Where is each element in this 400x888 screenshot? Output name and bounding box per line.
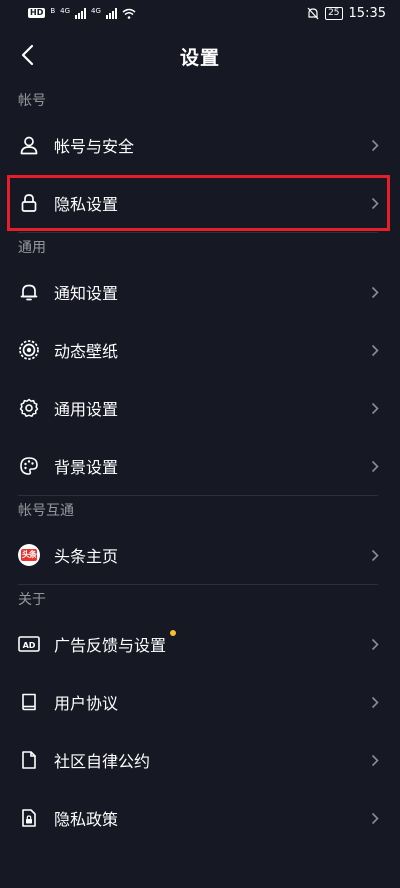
chevron-right-icon [370, 695, 380, 709]
row-label: 帐号与安全 [54, 137, 135, 156]
settings-row-toutiao-home[interactable]: 头条 头条主页 [0, 526, 400, 584]
chevron-right-icon [370, 285, 380, 299]
settings-screen: HD B 4G 4G 25 15:35 设置 帐号 帐号与安全 隐私设置 通用 … [0, 0, 400, 888]
row-label: 隐私政策 [54, 810, 119, 829]
row-label: 头条主页 [54, 547, 119, 566]
chevron-right-icon [370, 343, 380, 357]
lock-icon [18, 192, 40, 214]
signal-icon [75, 7, 87, 19]
row-label: 隐私设置 [54, 195, 119, 214]
settings-row-notifications[interactable]: 通知设置 [0, 263, 400, 321]
status-bar: HD B 4G 4G 25 15:35 [0, 0, 400, 26]
settings-row-general[interactable]: 通用设置 [0, 379, 400, 437]
chevron-right-icon [370, 548, 380, 562]
lock-document-icon [18, 807, 40, 829]
settings-row-privacy-policy[interactable]: 隐私政策 [0, 789, 400, 847]
hd-badge: HD [28, 8, 46, 18]
section-title-account: 帐号 [18, 93, 46, 109]
notification-dot [170, 630, 177, 636]
chevron-right-icon [370, 138, 380, 152]
row-label: 通知设置 [54, 284, 119, 303]
mute-bell-icon [307, 7, 319, 19]
row-label: 背景设置 [54, 458, 119, 477]
section-title-interop: 帐号互通 [18, 503, 74, 519]
chevron-right-icon [370, 401, 380, 415]
bell-icon [18, 281, 40, 303]
settings-row-user-agreement[interactable]: 用户协议 [0, 673, 400, 731]
row-label: 动态壁纸 [54, 342, 119, 361]
row-label-text: 广告反馈与设置 [54, 636, 167, 655]
row-label: 社区自律公约 [54, 752, 151, 771]
ad-icon: AD [18, 633, 40, 655]
status-bar-left: HD B 4G 4G [28, 6, 136, 19]
battery-icon: 25 [325, 6, 343, 20]
document-icon [18, 749, 40, 771]
signal-icon-2 [105, 7, 117, 19]
wifi-icon [122, 8, 136, 19]
status-bar-right: 25 15:35 [307, 6, 386, 21]
header: 设置 [0, 26, 400, 86]
settings-row-privacy[interactable]: 隐私设置 [0, 174, 400, 232]
network-type-1: 4G [60, 6, 71, 15]
chevron-right-icon [370, 459, 380, 473]
settings-row-account-security[interactable]: 帐号与安全 [0, 116, 400, 174]
network-type-2: 4G [91, 6, 101, 15]
chevron-right-icon [370, 637, 380, 651]
section-title-general: 通用 [18, 240, 46, 256]
toutiao-logo-icon: 头条 [18, 544, 40, 566]
gear-icon [18, 397, 40, 419]
toutiao-logo-text: 头条 [21, 549, 37, 561]
chevron-right-icon [370, 811, 380, 825]
live-wallpaper-icon [18, 339, 40, 361]
row-label: 广告反馈与设置 [54, 630, 177, 656]
back-button[interactable] [12, 40, 42, 70]
row-label: 通用设置 [54, 400, 119, 419]
user-icon [18, 134, 40, 156]
row-label: 用户协议 [54, 694, 119, 713]
settings-row-background[interactable]: 背景设置 [0, 437, 400, 495]
ad-icon-text: AD [23, 641, 36, 650]
chevron-right-icon [370, 753, 380, 767]
chevron-right-icon [370, 196, 380, 210]
palette-icon [18, 455, 40, 477]
settings-row-community-convention[interactable]: 社区自律公约 [0, 731, 400, 789]
back-arrow-icon [21, 44, 34, 66]
book-icon [18, 691, 40, 713]
page-title: 设置 [179, 46, 220, 69]
hd-sub-label: B [50, 6, 56, 15]
settings-row-live-wallpaper[interactable]: 动态壁纸 [0, 321, 400, 379]
section-title-about: 关于 [18, 592, 46, 608]
settings-row-ad-feedback[interactable]: AD 广告反馈与设置 [0, 615, 400, 673]
status-time: 15:35 [348, 5, 386, 21]
